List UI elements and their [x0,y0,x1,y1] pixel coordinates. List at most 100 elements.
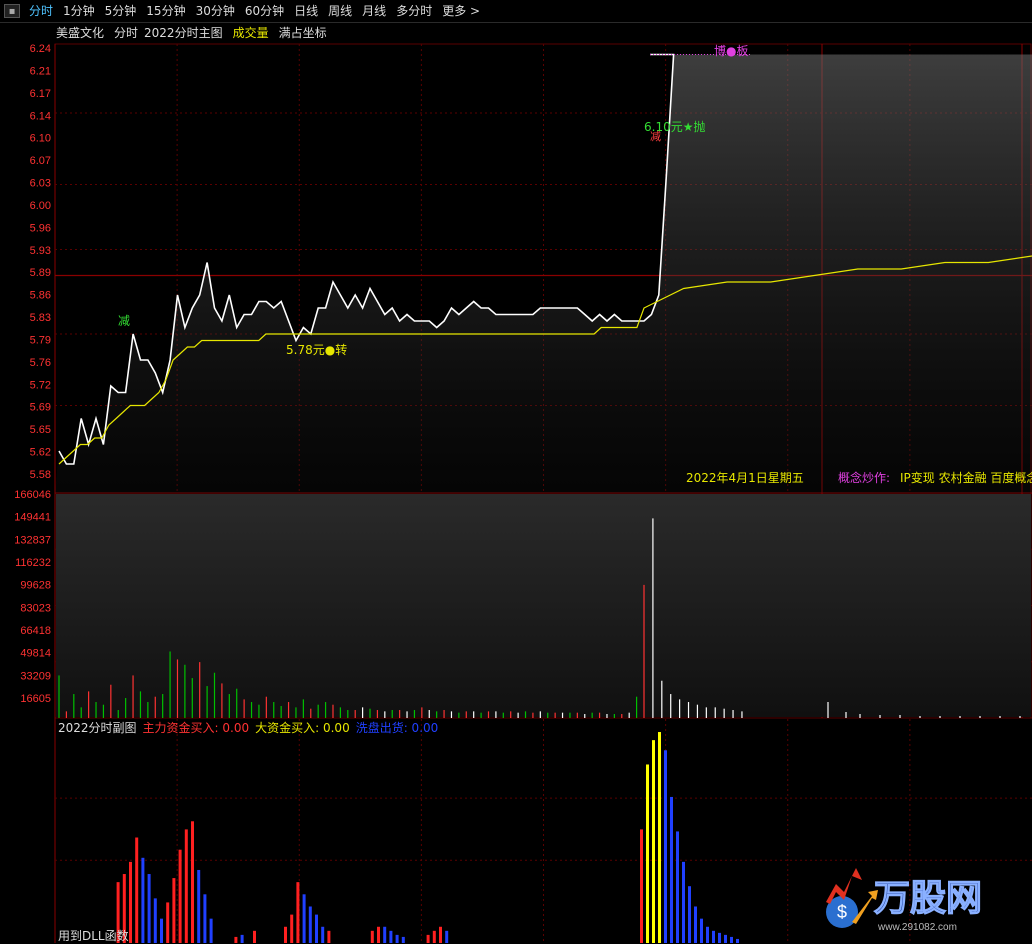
volume-panel [56,494,1031,717]
sub-bar [439,926,442,943]
volume-tick-label: 83023 [20,602,51,614]
turn-mark: 5.78元●转 [286,343,348,357]
sub-bar [445,930,449,943]
logo-text: 万股网 [874,877,982,918]
sub-bar [203,894,207,943]
price-tick-label: 5.65 [30,424,51,436]
tab-6[interactable]: 日线 [289,0,323,22]
sub-bar [718,932,721,943]
date-label: 2022年4月1日星期五 [686,471,804,485]
period-tabbar: ▪ 分时 1分钟 5分钟 15分钟 30分钟 60分钟 日线 周线 月线 多分时 更多 > [0,0,1032,23]
limit-mark: 博●板 [714,44,749,58]
volume-tick-label: 149441 [14,512,51,524]
sub-bar [694,906,697,943]
site-logo: 万股网 $ 万股网 www.291082.com [826,868,983,933]
sub-bar [209,918,213,943]
sub-bar [135,837,139,943]
sub-bar [658,732,661,943]
sub-bar [395,934,399,943]
sub-bar [308,906,312,943]
sub-bar [284,926,287,943]
volume-tick-label: 166046 [14,489,51,501]
sub-bar [664,750,667,943]
sub-bar [736,938,739,943]
panel-toggle-icon[interactable]: ▪ [4,4,20,18]
sub-bar [712,930,715,943]
sub-bar [670,796,673,943]
volume-tick-label: 16605 [20,693,51,705]
sub-bar [234,936,238,943]
volume-tick-label: 132837 [14,534,51,546]
template-name[interactable]: 2022分时主图 [144,25,223,41]
price-tick-label: 6.10 [30,133,51,145]
tab-2[interactable]: 5分钟 [100,0,142,22]
sub-bar [166,902,170,943]
price-tick-label: 5.86 [30,290,51,302]
tab-10[interactable]: 更多 > [437,0,485,22]
sub-bar [321,926,325,943]
sub-bar [682,861,685,943]
concept-list: IP变现 农村金融 百度概念 [900,471,1032,485]
wash-value: 洗盘出货: 0.00 [355,721,439,735]
price-tick-label: 6.03 [30,178,51,190]
volume-tick-label: 49814 [20,648,51,660]
price-tick-label: 6.07 [30,155,51,167]
sub-chart-title[interactable]: 2022分时副图 [58,720,137,736]
volume-label: 成交量 [232,26,269,40]
footer-note: 用到DLL函数 [58,929,129,943]
sub-bar [296,882,300,943]
sub-bar [141,857,145,943]
price-tick-label: 6.14 [30,110,51,122]
sub-bar [426,934,430,943]
sub-bar [240,934,244,943]
sub-bar [700,918,703,943]
sub-bar [370,930,374,943]
sub-bar [302,894,306,943]
sub-bar [253,930,256,943]
reduce-mark-1: 减 [118,314,131,328]
tab-1[interactable]: 1分钟 [58,0,100,22]
sub-bar [646,764,649,943]
chart-title-row: 美盛文化 分时 2022分时主图 成交量 满占坐标 [56,25,327,41]
sub-bar [197,869,201,943]
tab-5[interactable]: 60分钟 [240,0,289,22]
tab-8[interactable]: 月线 [357,0,391,22]
large-buy-value: 大资金买入: 0.00 [255,721,350,735]
tab-9[interactable]: 多分时 [391,0,437,22]
price-tick-label: 5.58 [30,469,51,481]
tab-0[interactable]: 分时 [24,0,58,22]
sub-bar [172,878,176,943]
logo-url: www.291082.com [877,922,957,933]
sub-bar [383,926,387,943]
sub-bar [389,930,393,943]
sub-bar [327,930,331,943]
stock-name[interactable]: 美盛文化 [56,25,104,41]
main-buy-value: 主力资金买入: 0.00 [142,721,250,735]
tab-7[interactable]: 周线 [323,0,357,22]
sub-bar [432,930,436,943]
price-tick-label: 5.79 [30,334,51,346]
price-tick-label: 5.83 [30,312,51,324]
volume-bg [56,494,1031,717]
axis-mode[interactable]: 满占坐标 [279,25,327,41]
price-tick-label: 5.69 [30,402,51,414]
volume-tick-label: 116232 [15,557,51,569]
price-tick-label: 6.24 [30,43,51,55]
sub-bar [290,914,294,943]
tab-3[interactable]: 15分钟 [141,0,190,22]
price-tick-label: 6.00 [30,200,51,212]
sub-bar [153,898,157,943]
price-tick-label: 5.62 [30,447,51,459]
price-tick-label: 5.93 [30,245,51,257]
sub-bar [676,831,679,943]
sub-bar [652,740,655,943]
sub-bar [160,918,163,943]
price-tick-label: 5.72 [30,379,51,391]
sub-chart-bars [116,732,739,943]
concept-label: 概念炒作: [838,471,891,485]
sub-bar [147,874,151,943]
tab-4[interactable]: 30分钟 [191,0,240,22]
sub-bar [640,829,643,943]
volume-tick-label: 66418 [20,625,51,637]
price-tick-label: 6.21 [30,65,51,77]
